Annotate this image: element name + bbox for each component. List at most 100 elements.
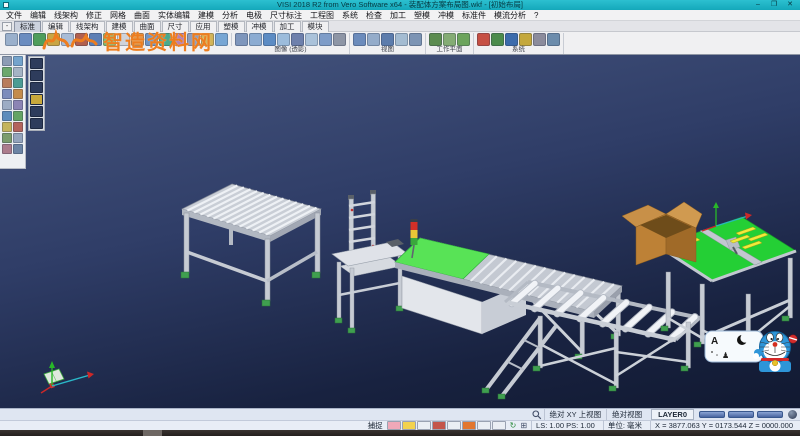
- coordinate-mode[interactable]: 绝对 XY 上视图: [544, 409, 607, 420]
- toolbar-tab[interactable]: 编辑: [42, 21, 69, 32]
- toolbar-tab[interactable]: 尺寸: [162, 21, 189, 32]
- left-toolbar-icon[interactable]: [13, 56, 23, 66]
- menu-item[interactable]: 冲模: [434, 10, 458, 21]
- left-toolbar-icon[interactable]: [13, 67, 23, 77]
- minimize-button[interactable]: –: [750, 0, 766, 10]
- toolbar-tab[interactable]: 冲模: [246, 21, 273, 32]
- toolbar-icon[interactable]: [5, 33, 18, 46]
- toolbar-icon[interactable]: [159, 33, 172, 46]
- left-toolbar-icon[interactable]: [13, 89, 23, 99]
- left-toolbar-icon[interactable]: [2, 111, 12, 121]
- toolbar-icon[interactable]: [33, 33, 46, 46]
- view-panel-button[interactable]: [30, 94, 43, 105]
- toolbar-icon[interactable]: [519, 33, 532, 46]
- toolbar-icon[interactable]: [333, 33, 346, 46]
- toolbar-icon[interactable]: [277, 33, 290, 46]
- toolbar-icon[interactable]: [477, 33, 490, 46]
- menu-item[interactable]: 文件: [2, 10, 26, 21]
- toolbar-tab[interactable]: 建模: [106, 21, 133, 32]
- toolbar-icon[interactable]: [367, 33, 380, 46]
- active-layer[interactable]: LAYER0: [651, 409, 694, 420]
- collapse-button[interactable]: -: [2, 22, 12, 31]
- menu-item[interactable]: 电极: [242, 10, 266, 21]
- toolbar-tab[interactable]: 应用: [190, 21, 217, 32]
- left-toolbar-icon[interactable]: [13, 133, 23, 143]
- layer-color-bar[interactable]: [728, 411, 754, 418]
- toolbar-tab[interactable]: 加工: [274, 21, 301, 32]
- menu-item[interactable]: 标准件: [458, 10, 490, 21]
- scene-side-table[interactable]: [332, 239, 408, 333]
- toolbar-tab[interactable]: 模块: [302, 21, 329, 32]
- left-toolbar-icon[interactable]: [13, 78, 23, 88]
- left-toolbar-icon[interactable]: [2, 144, 12, 154]
- menu-item[interactable]: 检查: [362, 10, 386, 21]
- toolbar-icon[interactable]: [505, 33, 518, 46]
- toolbar-icon[interactable]: [117, 33, 130, 46]
- redraw-icon[interactable]: ↻: [510, 421, 517, 430]
- toolbar-icon[interactable]: [491, 33, 504, 46]
- toolbar-icon[interactable]: [103, 33, 116, 46]
- close-button[interactable]: ✕: [782, 0, 798, 10]
- left-toolbar-icon[interactable]: [2, 89, 12, 99]
- status-icon[interactable]: [462, 421, 476, 430]
- menu-item[interactable]: 系统: [338, 10, 362, 21]
- menu-item[interactable]: 加工: [386, 10, 410, 21]
- toolbar-icon[interactable]: [395, 33, 408, 46]
- left-toolbar-icon[interactable]: [13, 100, 23, 110]
- menu-item[interactable]: 实体编辑: [154, 10, 194, 21]
- toolbar-icon[interactable]: [131, 33, 144, 46]
- toolbar-icon[interactable]: [533, 33, 546, 46]
- menu-item[interactable]: 线架构: [50, 10, 82, 21]
- scene-belt-conveyor[interactable]: [395, 219, 622, 359]
- taskbar-segment[interactable]: [143, 430, 162, 436]
- menu-item[interactable]: 工程图: [306, 10, 338, 21]
- status-icon[interactable]: [402, 421, 416, 430]
- toolbar-icon[interactable]: [89, 33, 102, 46]
- left-toolbar-icon[interactable]: [2, 133, 12, 143]
- status-icon[interactable]: [387, 421, 401, 430]
- left-toolbar-icon[interactable]: [13, 111, 23, 121]
- left-toolbar-icon[interactable]: [2, 67, 12, 77]
- status-icon[interactable]: [447, 421, 461, 430]
- menu-item[interactable]: 曲面: [130, 10, 154, 21]
- toolbar-tab[interactable]: 塑模: [218, 21, 245, 32]
- toolbar-icon[interactable]: [319, 33, 332, 46]
- toolbar-icon[interactable]: [547, 33, 560, 46]
- status-icon[interactable]: [417, 421, 431, 430]
- menu-item[interactable]: ?: [530, 10, 542, 21]
- layer-color-bar[interactable]: [699, 411, 725, 418]
- left-toolbar-icon[interactable]: [2, 56, 12, 66]
- toolbar-tab[interactable]: 线架构: [70, 21, 105, 32]
- toolbar-icon[interactable]: [145, 33, 158, 46]
- toolbar-icon[interactable]: [235, 33, 248, 46]
- viewport-3d[interactable]: A ♟: [0, 55, 800, 408]
- toolbar-icon[interactable]: [201, 33, 214, 46]
- toolbar-icon[interactable]: [409, 33, 422, 46]
- view-panel-button[interactable]: [30, 70, 43, 81]
- left-toolbar-icon[interactable]: [13, 144, 23, 154]
- status-icon[interactable]: [432, 421, 446, 430]
- toolbar-icon[interactable]: [443, 33, 456, 46]
- toolbar-tab[interactable]: 标准: [14, 21, 41, 32]
- sphere-icon[interactable]: [788, 410, 797, 419]
- toolbar-icon[interactable]: [61, 33, 74, 46]
- toolbar-icon[interactable]: [47, 33, 60, 46]
- toolbar-icon[interactable]: [457, 33, 470, 46]
- view-panel-button[interactable]: [30, 82, 43, 93]
- left-toolbar-icon[interactable]: [2, 78, 12, 88]
- toolbar-icon[interactable]: [173, 33, 186, 46]
- toolbar-icon[interactable]: [353, 33, 366, 46]
- toolbar-icon[interactable]: [305, 33, 318, 46]
- menu-item[interactable]: 修正: [82, 10, 106, 21]
- viewport-scene[interactable]: A ♟: [0, 55, 800, 408]
- grid-icon[interactable]: ⊞: [520, 421, 527, 430]
- toolbar-icon[interactable]: [19, 33, 32, 46]
- toolbar-icon[interactable]: [249, 33, 262, 46]
- toolbar-icon[interactable]: [291, 33, 304, 46]
- scene-carton-box[interactable]: [622, 202, 702, 265]
- menu-item[interactable]: 尺寸标注: [266, 10, 306, 21]
- zoom-lens-icon[interactable]: [532, 410, 542, 420]
- left-toolbar-icon[interactable]: [2, 122, 12, 132]
- toolbar-icon[interactable]: [429, 33, 442, 46]
- scene-left-roller-table[interactable]: [181, 184, 321, 306]
